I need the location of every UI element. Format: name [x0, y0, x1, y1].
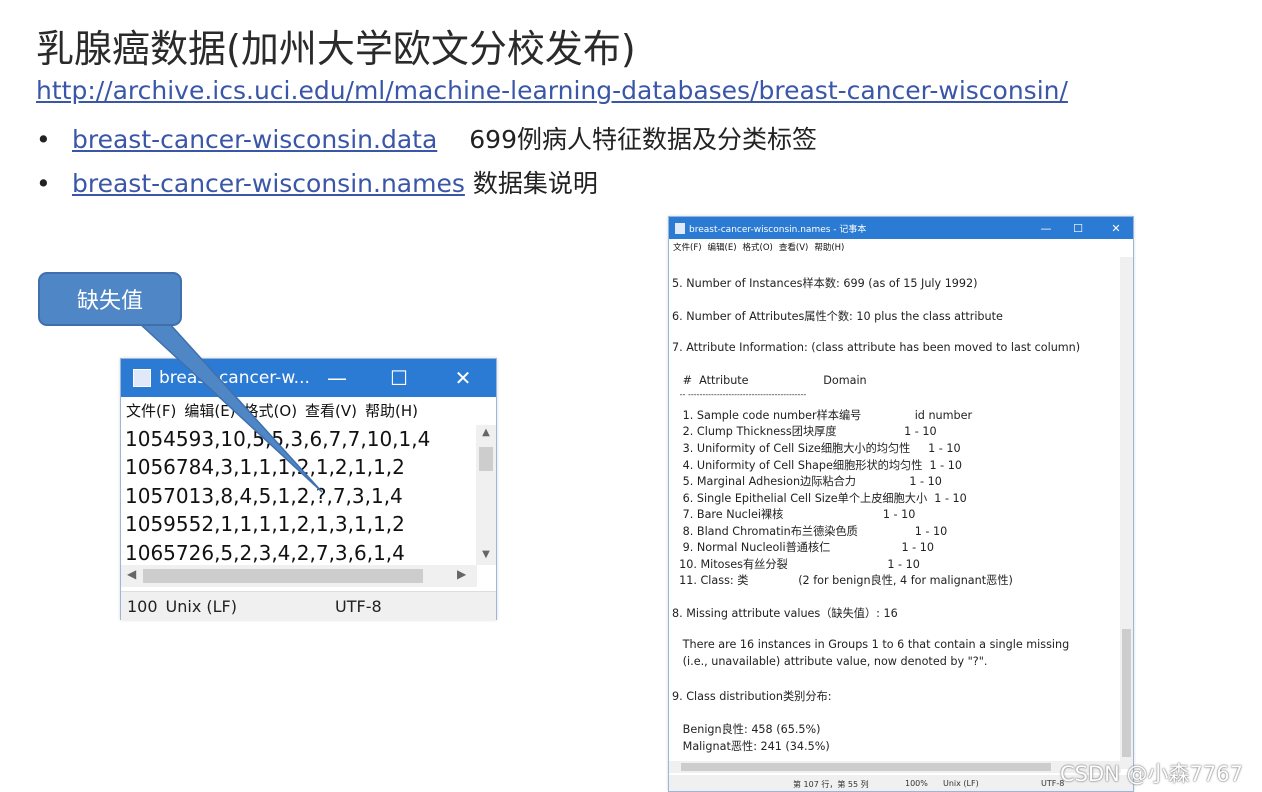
minimize-button[interactable]: —	[317, 359, 357, 397]
text-line: 5. Marginal Adhesion边际粘合力 1 - 10	[672, 475, 942, 488]
line-ending: Unix (LF)	[943, 779, 979, 788]
data-file-link[interactable]: breast-cancer-wisconsin.data	[72, 125, 437, 154]
missing-value-callout: 缺失值	[38, 272, 182, 326]
vertical-scrollbar[interactable]	[1120, 257, 1133, 769]
text-line: 10. Mitoses有丝分裂 1 - 10	[672, 558, 920, 571]
encoding: UTF-8	[335, 596, 382, 616]
close-button[interactable]: ✕	[443, 359, 483, 397]
menu-help[interactable]: 帮助(H)	[814, 241, 844, 253]
slide-title: 乳腺癌数据(加州大学欧文分校发布)	[36, 27, 636, 71]
text-editor[interactable]: 5. Number of Instances样本数: 699 (as of 15…	[669, 257, 1121, 769]
menu-bar: 文件(F) 编辑(E) 格式(O) 查看(V) 帮助(H)	[121, 397, 496, 423]
status-bar: 100 Unix (LF) UTF-8	[121, 591, 496, 620]
text-line: 7. Bare Nuclei裸核 1 - 10	[672, 508, 916, 521]
text-line: 3. Uniformity of Cell Size细胞大小的均匀性 1 - 1…	[672, 442, 961, 455]
menu-edit[interactable]: 编辑(E)	[184, 400, 235, 421]
scroll-thumb[interactable]	[681, 763, 1051, 771]
data-line: 1054593,10,5,5,3,6,7,7,10,1,4	[125, 427, 431, 451]
text-line: -- -------------------------------------…	[672, 390, 807, 399]
scroll-right-icon[interactable]: ▶	[457, 567, 466, 581]
data-file-description: 699例病人特征数据及分类标签	[469, 125, 817, 154]
text-line: 2. Clump Thickness团块厚度 1 - 10	[672, 425, 937, 438]
zoom-level: 100	[127, 596, 158, 616]
data-line: 1056784,3,1,1,1,2,1,2,1,1,2	[125, 455, 405, 480]
scroll-up-icon[interactable]: ▲	[476, 427, 496, 438]
notepad-window-data: breast-cancer-w... — ☐ ✕ 文件(F) 编辑(E) 格式(…	[120, 358, 497, 620]
scroll-thumb[interactable]	[1122, 629, 1131, 757]
menu-bar: 文件(F) 编辑(E) 格式(O) 查看(V) 帮助(H)	[669, 239, 1133, 255]
window-title: breast-cancer-w...	[159, 368, 310, 388]
text-line: 1. Sample code number样本编号 id number	[672, 409, 973, 422]
close-button[interactable]: ✕	[1101, 217, 1131, 239]
text-line: 8. Bland Chromatin布兰德染色质 1 - 10	[672, 525, 948, 538]
menu-view[interactable]: 查看(V)	[779, 241, 808, 253]
menu-format[interactable]: 格式(O)	[743, 241, 773, 253]
data-line: 1059552,1,1,1,1,2,1,3,1,1,2	[125, 512, 405, 537]
menu-file[interactable]: 文件(F)	[673, 241, 702, 253]
text-line: 8. Missing attribute values（缺失值）: 16	[672, 607, 898, 620]
horizontal-scrollbar[interactable]	[669, 761, 1121, 773]
cursor-position: 第 107 行，第 55 列	[793, 780, 869, 789]
text-line: 5. Number of Instances样本数: 699 (as of 15…	[672, 277, 978, 290]
notepad-window-names: breast-cancer-wisconsin.names - 记事本 — ☐ …	[668, 216, 1134, 792]
scroll-thumb[interactable]	[479, 447, 493, 471]
notepad-app-icon	[675, 222, 685, 234]
zoom-level: 100%	[905, 779, 928, 788]
menu-view[interactable]: 查看(V)	[305, 400, 357, 421]
text-line: # Attribute Domain	[672, 374, 867, 387]
text-line: 6. Single Epithelial Cell Size单个上皮细胞大小 1…	[672, 492, 967, 505]
minimize-button[interactable]: —	[1031, 217, 1061, 239]
text-line: 9. Class distribution类别分布:	[672, 690, 832, 703]
menu-file[interactable]: 文件(F)	[126, 400, 176, 421]
menu-help[interactable]: 帮助(H)	[365, 400, 418, 421]
text-line: 4. Uniformity of Cell Shape细胞形状的均匀性 1 - …	[672, 459, 962, 472]
horizontal-scrollbar[interactable]: ◀ ▶	[121, 565, 477, 587]
text-line: There are 16 instances in Groups 1 to 6 …	[672, 638, 1070, 651]
scroll-left-icon[interactable]: ◀	[127, 567, 136, 581]
dataset-url-link[interactable]: http://archive.ics.uci.edu/ml/machine-le…	[36, 76, 1068, 105]
menu-edit[interactable]: 编辑(E)	[708, 241, 737, 253]
csdn-watermark: CSDN @小森7767	[1060, 762, 1243, 786]
text-line: 9. Normal Nucleoli普通核仁 1 - 10	[672, 541, 934, 554]
text-line: 6. Number of Attributes属性个数: 10 plus the…	[672, 310, 1003, 323]
scroll-down-icon[interactable]: ▼	[476, 549, 496, 560]
window-title: breast-cancer-wisconsin.names - 记事本	[689, 224, 867, 235]
names-file-link[interactable]: breast-cancer-wisconsin.names	[72, 169, 465, 198]
menu-format[interactable]: 格式(O)	[244, 400, 298, 421]
maximize-button[interactable]: ☐	[1063, 217, 1093, 239]
title-bar[interactable]: breast-cancer-w... — ☐ ✕	[121, 359, 496, 397]
line-ending: Unix (LF)	[165, 596, 237, 616]
title-bar[interactable]: breast-cancer-wisconsin.names - 记事本 — ☐ …	[669, 217, 1133, 239]
notepad-app-icon	[133, 369, 151, 387]
text-line: (i.e., unavailable) attribute value, now…	[672, 655, 988, 668]
data-line: 1065726,5,2,3,4,2,7,3,6,1,4	[125, 540, 405, 565]
data-line: 1057013,8,4,5,1,2,?,7,3,1,4	[125, 483, 403, 508]
text-line: 7. Attribute Information: (class attribu…	[672, 341, 1081, 354]
bullet-item-data: • breast-cancer-wisconsin.data 699例病人特征数…	[36, 120, 817, 156]
text-line: Benign良性: 458 (65.5%)	[672, 723, 821, 736]
maximize-button[interactable]: ☐	[379, 359, 419, 397]
text-line: Malignat恶性: 241 (34.5%)	[672, 740, 830, 753]
text-line: 11. Class: 类 (2 for benign良性, 4 for mali…	[672, 574, 1013, 587]
bullet-dot: •	[36, 169, 51, 198]
names-file-description: 数据集说明	[472, 169, 598, 198]
text-editor[interactable]: 1054593,10,5,5,3,6,7,7,10,1,4 1056784,3,…	[121, 425, 477, 565]
vertical-scrollbar[interactable]: ▲ ▼	[476, 425, 496, 565]
bullet-dot: •	[36, 125, 51, 154]
bullet-item-names: • breast-cancer-wisconsin.names 数据集说明	[36, 164, 598, 200]
scroll-thumb[interactable]	[143, 569, 423, 583]
